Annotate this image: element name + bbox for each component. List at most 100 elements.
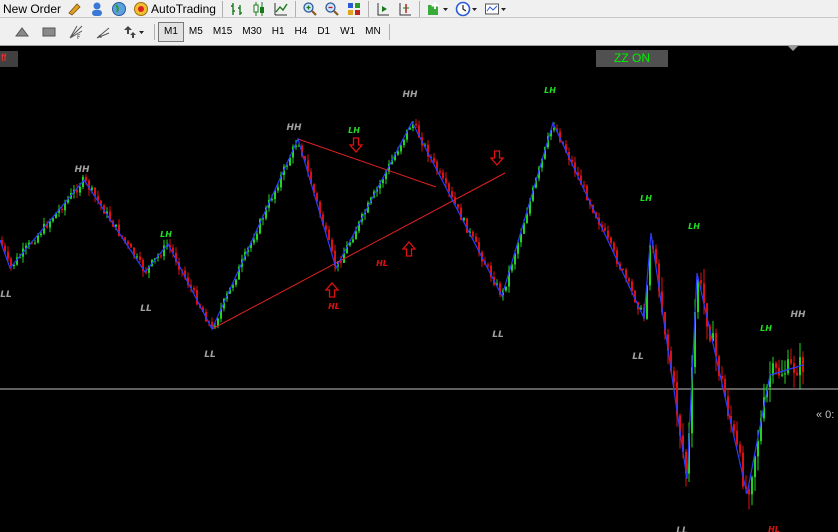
trendlines-layer (211, 138, 506, 330)
candle-body (34, 242, 36, 244)
toolbar-separator (221, 0, 223, 17)
swing-label-lh: LH (760, 324, 772, 333)
market-button[interactable] (108, 0, 130, 17)
sell-arrow-2-icon[interactable] (489, 150, 505, 166)
swing-label-ll: LL (0, 290, 12, 300)
zoom-out-icon (325, 1, 339, 16)
candle-body (211, 322, 213, 327)
left-indicator-badge[interactable]: ff (0, 51, 18, 67)
user-icon (92, 2, 103, 16)
candle-body (235, 279, 237, 285)
toolbar-separator (294, 0, 296, 17)
candle-body (400, 145, 402, 152)
fibonacci-tool-button[interactable]: F (60, 18, 87, 45)
gann-tool-button[interactable] (87, 18, 114, 45)
candle-body (49, 221, 51, 228)
line-chart-button[interactable] (270, 0, 292, 17)
candle-body (160, 255, 162, 257)
ascending-trendline[interactable] (211, 172, 506, 330)
swing-label-ll: LL (632, 352, 644, 362)
timeframe-m5-button[interactable]: M5 (184, 23, 208, 41)
fibonacci-fan-icon: F (69, 25, 83, 40)
timeframe-m15-button[interactable]: M15 (208, 23, 237, 41)
triangle-icon (15, 26, 29, 36)
candle-body (739, 444, 741, 453)
buy-arrow-1-icon[interactable] (324, 282, 340, 298)
pencil-icon (68, 2, 81, 16)
candlestick-button[interactable] (248, 0, 270, 17)
swing-label-hl: HL (768, 525, 780, 532)
candle-body (457, 204, 459, 208)
candle-body (448, 183, 450, 192)
buy-arrow-2-icon[interactable] (401, 241, 417, 257)
bar-chart-icon (230, 2, 242, 15)
chart-shift-button[interactable] (372, 0, 394, 17)
main-toolbar: New Order AutoTrading (0, 0, 838, 18)
timeframe-m1-button[interactable]: M1 (158, 21, 184, 42)
swing-label-hh: HH (74, 165, 90, 175)
candle-body (79, 187, 81, 193)
new-order-button[interactable]: New Order (0, 0, 64, 17)
timeframe-mn-button[interactable]: MN (360, 23, 386, 41)
swing-label-ll: LL (140, 304, 152, 314)
candle-body (277, 187, 279, 191)
chart-shift-marker[interactable] (788, 46, 798, 51)
candle-body (736, 430, 738, 445)
zz-toggle-button[interactable]: ZZ ON (596, 50, 668, 67)
zoom-out-button[interactable] (321, 0, 343, 17)
candle-body (130, 243, 132, 248)
candle-body (325, 225, 327, 230)
triangle-tool-button[interactable] (0, 18, 33, 45)
timeframe-h1-button[interactable]: H1 (267, 23, 290, 41)
candle-body (352, 239, 354, 243)
timeframe-w1-button[interactable]: W1 (335, 23, 360, 41)
candle-body (475, 236, 477, 243)
candle-body (553, 128, 555, 130)
periods-button[interactable] (452, 0, 481, 17)
indicators-button[interactable] (423, 0, 452, 17)
zoom-in-button[interactable] (299, 0, 321, 17)
candle-body (40, 233, 42, 236)
chevron-down-icon (471, 7, 477, 11)
navigator-button[interactable] (86, 0, 108, 17)
candle-body (583, 184, 585, 186)
chart-canvas[interactable]: HH LL LH LL LL HH LH HL HL HH LH LL LH LH LL LH HH LL HL (0, 46, 838, 532)
autotrading-label: AutoTrading (151, 1, 216, 16)
rectangle-icon (42, 27, 56, 36)
timeframe-d1-button[interactable]: D1 (312, 23, 335, 41)
candle-body (754, 456, 756, 478)
arrows-tool-button[interactable] (114, 18, 148, 45)
toolbar-separator (367, 0, 369, 17)
candle-body (136, 256, 138, 258)
candle-body (403, 139, 405, 146)
signal-arrows-layer (324, 137, 505, 298)
candle-body (463, 218, 465, 221)
candle-body (52, 218, 54, 222)
candle-body (781, 374, 783, 376)
autotrading-button[interactable]: AutoTrading (130, 0, 219, 17)
candle-body (733, 424, 735, 431)
swing-label-ll: LL (492, 330, 504, 340)
candle-body (784, 373, 786, 375)
autoscroll-button[interactable] (394, 0, 416, 17)
candle-body (697, 280, 699, 313)
sell-arrow-1-icon[interactable] (348, 137, 364, 153)
metaeditor-button[interactable] (64, 0, 86, 17)
candle-body (613, 242, 615, 251)
swing-label-hh: HH (402, 90, 418, 100)
zoom-in-icon (303, 1, 317, 16)
candle-body (340, 261, 342, 263)
clock-icon (455, 1, 471, 16)
autotrading-icon (134, 1, 149, 16)
candle-body (193, 287, 195, 291)
tile-windows-button[interactable] (343, 0, 365, 17)
bar-chart-button[interactable] (226, 0, 248, 17)
timeframe-h4-button[interactable]: H4 (290, 23, 313, 41)
chevron-down-icon (442, 7, 448, 11)
descending-trendline[interactable] (297, 138, 437, 188)
templates-button[interactable] (481, 0, 510, 17)
timeframe-m30-button[interactable]: M30 (237, 23, 266, 41)
price-label: « 0: (816, 409, 835, 421)
price-chart[interactable]: HH LL LH LL LL HH LH HL HL HH LH LL LH LH LL LH HH LL HL (0, 46, 838, 532)
rectangle-tool-button[interactable] (33, 18, 60, 45)
